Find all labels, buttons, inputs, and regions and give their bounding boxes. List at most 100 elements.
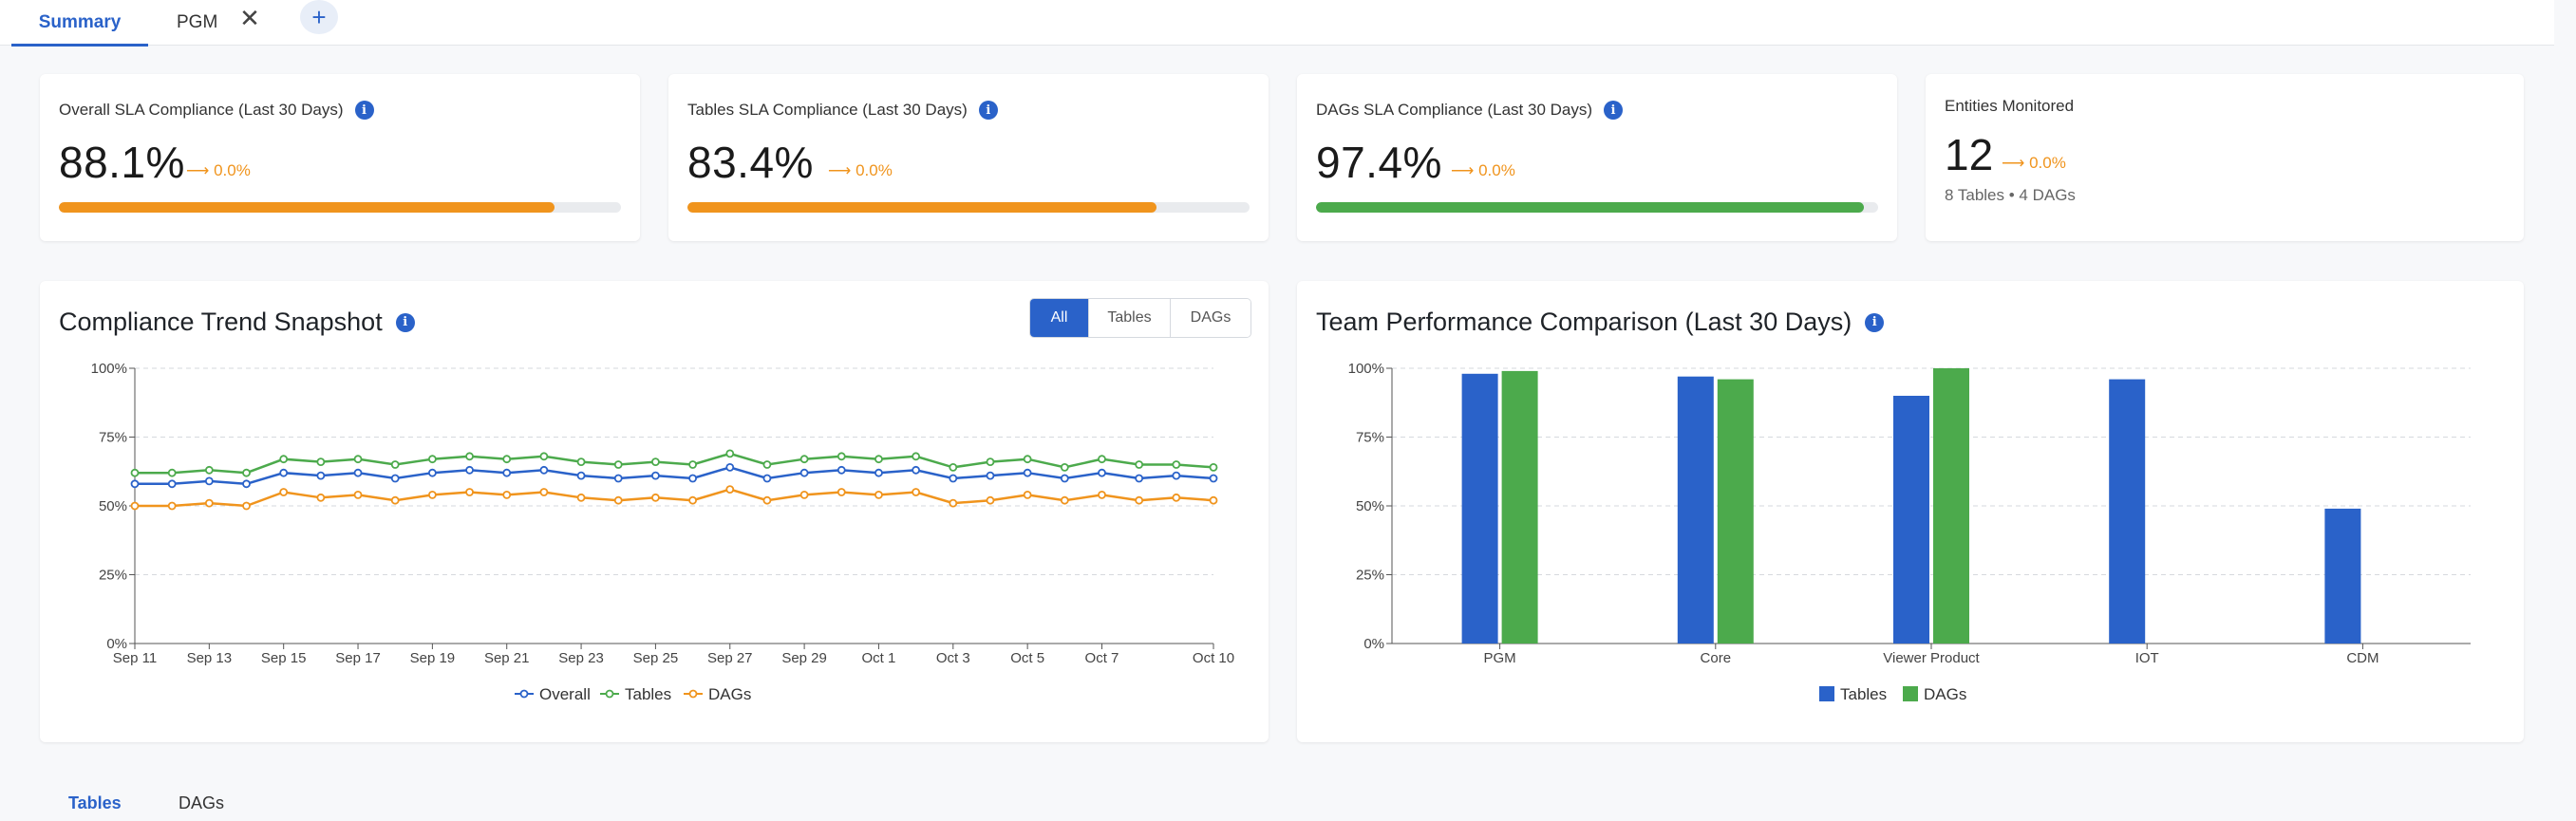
tab-pgm-label: PGM xyxy=(177,12,218,32)
data-point xyxy=(204,476,214,486)
data-point xyxy=(1023,468,1032,477)
data-point xyxy=(651,457,660,467)
data-point xyxy=(427,490,437,499)
data-point xyxy=(353,455,363,464)
kpi-value: 88.1% xyxy=(59,138,185,187)
kpi-progress-bar xyxy=(1316,202,1878,213)
data-point xyxy=(986,495,995,505)
bar-tables xyxy=(1677,376,1714,644)
data-point xyxy=(1098,468,1106,477)
data-point xyxy=(1135,460,1144,469)
info-icon[interactable]: i xyxy=(354,101,374,120)
y-tick-label: 50% xyxy=(99,498,127,514)
kpi-trend: ⟶ 0.0% xyxy=(186,161,251,179)
x-tick-label: Sep 23 xyxy=(558,650,604,666)
tab-summary[interactable]: Summary xyxy=(11,0,148,47)
data-point xyxy=(242,501,251,511)
data-point xyxy=(725,485,735,494)
legend-label: Tables xyxy=(625,685,671,703)
data-point xyxy=(688,460,697,469)
legend-label: Overall xyxy=(539,685,591,703)
data-point xyxy=(279,488,289,496)
kpi-progress-bar xyxy=(59,202,621,213)
x-tick-label: Oct 7 xyxy=(1085,650,1119,666)
data-point xyxy=(949,498,958,508)
bottom-tab-dags[interactable]: DAGs xyxy=(179,793,224,813)
info-icon[interactable]: i xyxy=(1604,101,1624,120)
bottom-tab-tables[interactable]: Tables xyxy=(68,793,122,813)
data-point xyxy=(1060,462,1069,472)
kpi-label-text: Overall SLA Compliance (Last 30 Days) xyxy=(59,101,344,119)
data-point xyxy=(167,501,177,511)
data-point xyxy=(539,452,549,461)
data-point xyxy=(1172,471,1181,480)
data-point xyxy=(762,474,772,483)
data-point xyxy=(1135,495,1144,505)
data-point xyxy=(465,465,474,475)
kpi-label: Overall SLA Compliance (Last 30 Days) i xyxy=(59,101,374,120)
data-point xyxy=(390,460,400,469)
data-point xyxy=(1060,474,1069,483)
data-point xyxy=(1098,490,1106,499)
data-point xyxy=(725,462,735,472)
tab-summary-label: Summary xyxy=(38,12,122,32)
legend-swatch xyxy=(1819,686,1834,701)
bar-dags xyxy=(1933,368,1969,644)
x-tick-label: Sep 27 xyxy=(707,650,753,666)
x-tick-label: Sep 21 xyxy=(484,650,530,666)
close-icon[interactable]: ✕ xyxy=(235,4,264,32)
x-tick-label: Sep 17 xyxy=(335,650,381,666)
data-point xyxy=(874,468,883,477)
kpi-label-text: DAGs SLA Compliance (Last 30 Days) xyxy=(1316,101,1593,119)
data-point xyxy=(1135,474,1144,483)
y-tick-label: 50% xyxy=(1356,498,1384,514)
data-point xyxy=(353,468,363,477)
data-point xyxy=(427,455,437,464)
x-tick-label: Oct 1 xyxy=(862,650,896,666)
kpi-card-overall: Overall SLA Compliance (Last 30 Days) i … xyxy=(40,74,640,241)
data-point xyxy=(539,465,549,475)
data-point xyxy=(762,460,772,469)
data-point xyxy=(502,455,512,464)
add-tab-icon[interactable]: + xyxy=(300,0,338,34)
team-performance-panel: Team Performance Comparison (Last 30 Day… xyxy=(1297,281,2524,742)
y-tick-label: 75% xyxy=(99,430,127,446)
data-point xyxy=(651,493,660,502)
data-point xyxy=(576,471,586,480)
entities-breakdown: 8 Tables • 4 DAGs xyxy=(1945,186,2076,204)
x-tick-label: IOT xyxy=(2135,650,2159,666)
bar-dags xyxy=(1717,379,1754,644)
data-point xyxy=(539,488,549,496)
data-point xyxy=(912,488,921,496)
bar-tables xyxy=(1461,373,1498,644)
top-tab-bar: Summary PGM ✕ + xyxy=(0,0,2554,47)
data-point xyxy=(725,449,735,458)
bar-dags xyxy=(1501,370,1538,644)
series-line-dags xyxy=(135,488,1214,508)
data-point xyxy=(130,479,140,489)
data-point xyxy=(1172,460,1181,469)
legend-label: Tables xyxy=(1840,685,1887,703)
data-point xyxy=(688,474,697,483)
data-point xyxy=(576,457,586,467)
data-point xyxy=(613,474,623,483)
y-tick-label: 75% xyxy=(1356,430,1384,446)
data-point xyxy=(837,452,846,461)
data-point xyxy=(242,468,251,477)
tab-pgm[interactable]: PGM xyxy=(177,0,217,46)
data-point xyxy=(1023,455,1032,464)
data-point xyxy=(986,471,995,480)
data-point xyxy=(316,457,326,467)
series-line-overall xyxy=(135,466,1214,486)
data-point xyxy=(1172,493,1181,502)
info-icon[interactable]: i xyxy=(978,101,998,120)
data-point xyxy=(1023,490,1032,499)
x-tick-label: Sep 25 xyxy=(633,650,679,666)
data-point xyxy=(1209,495,1218,505)
data-point xyxy=(651,471,660,480)
kpi-label: Tables SLA Compliance (Last 30 Days) i xyxy=(687,101,998,120)
active-tab-indicator xyxy=(11,44,148,47)
data-point xyxy=(576,493,586,502)
entities-card: Entities Monitored 12 ⟶ 0.0% 8 Tables • … xyxy=(1926,74,2524,241)
legend-label: DAGs xyxy=(1924,685,1966,703)
